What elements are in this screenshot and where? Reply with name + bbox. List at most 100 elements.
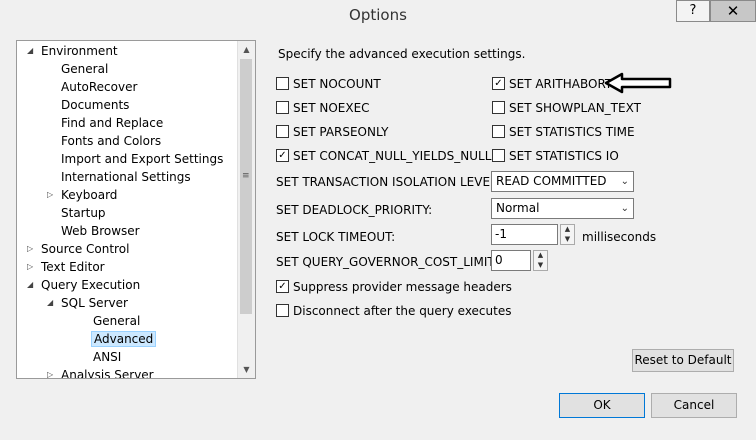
- tree-item[interactable]: International Settings: [47, 168, 193, 186]
- tree-item[interactable]: ▷ Keyboard: [47, 186, 119, 204]
- lock-timeout-label: SET LOCK TIMEOUT:: [276, 230, 396, 244]
- tree-item-label: General: [61, 62, 109, 76]
- chevron-down-icon: ⌄: [620, 203, 629, 214]
- chevron-down-icon: ⌄: [620, 176, 629, 187]
- isolation-level-value: READ COMMITTED: [496, 174, 607, 188]
- checkmark-icon[interactable]: ✓: [276, 149, 289, 162]
- expanded-arrow-icon[interactable]: ◢: [27, 42, 39, 60]
- tree-item[interactable]: ▷ Source Control: [27, 240, 131, 258]
- tree-item-label: Text Editor: [41, 260, 105, 274]
- expanded-arrow-icon[interactable]: ◢: [27, 276, 39, 294]
- tree-item[interactable]: Web Browser: [47, 222, 142, 240]
- set-showplan-text-checkbox[interactable]: SET SHOWPLAN_TEXT: [492, 100, 641, 116]
- set-parseonly-checkbox[interactable]: SET PARSEONLY: [276, 124, 388, 140]
- tree-item-label: Import and Export Settings: [61, 152, 224, 166]
- scroll-down-icon[interactable]: ▼: [238, 361, 255, 378]
- lock-timeout-spinner[interactable]: ▲ ▼: [560, 224, 575, 245]
- set-arithabort-checkbox[interactable]: ✓ SET ARITHABORT: [492, 76, 612, 92]
- options-tree[interactable]: ◢ Environment General AutoRecover Documents F…: [16, 40, 256, 379]
- tree-item[interactable]: General: [79, 312, 142, 330]
- spin-down-icon[interactable]: ▼: [534, 261, 547, 270]
- tree-item-label: Keyboard: [61, 188, 118, 202]
- annotation-arrow-icon: [604, 72, 672, 94]
- tree-item[interactable]: Documents: [47, 96, 131, 114]
- tree-item[interactable]: ANSI: [79, 348, 123, 366]
- tree-item[interactable]: AutoRecover: [47, 78, 139, 96]
- disconnect-after-query-checkbox[interactable]: Disconnect after the query executes: [276, 303, 511, 319]
- scroll-grip-icon: ≡: [242, 171, 250, 181]
- tree-item-label: Startup: [61, 206, 106, 220]
- checkbox-box[interactable]: [492, 149, 505, 162]
- tree-item[interactable]: ▷ Text Editor: [27, 258, 107, 276]
- tree-item-label: Web Browser: [61, 224, 140, 238]
- tree-item[interactable]: Find and Replace: [47, 114, 165, 132]
- expanded-arrow-icon[interactable]: ◢: [47, 294, 59, 312]
- set-noexec-checkbox[interactable]: SET NOEXEC: [276, 100, 370, 116]
- checkbox-label: SET STATISTICS TIME: [509, 125, 635, 139]
- spin-up-icon[interactable]: ▲: [534, 251, 547, 260]
- checkbox-box[interactable]: [276, 304, 289, 317]
- tree-item-label: Find and Replace: [61, 116, 164, 130]
- ok-button[interactable]: OK: [559, 393, 645, 418]
- deadlock-priority-select[interactable]: Normal ⌄: [491, 198, 634, 219]
- collapsed-arrow-icon[interactable]: ▷: [47, 366, 59, 378]
- tree-item[interactable]: ◢ Query Execution: [27, 276, 142, 294]
- spin-up-icon[interactable]: ▲: [561, 225, 574, 234]
- window-title: Options: [349, 6, 407, 24]
- governor-limit-spinner[interactable]: ▲ ▼: [533, 250, 548, 271]
- tree-item-label: ANSI: [93, 350, 122, 364]
- panel-heading: Specify the advanced execution settings.: [278, 47, 526, 61]
- scroll-up-icon[interactable]: ▲: [238, 41, 255, 58]
- checkmark-icon[interactable]: ✓: [492, 77, 505, 90]
- tree-item-label: Environment: [41, 44, 118, 58]
- tree-item[interactable]: Advanced: [79, 330, 157, 348]
- close-button[interactable]: ✕: [710, 0, 756, 22]
- tree-item-label: Documents: [61, 98, 130, 112]
- deadlock-priority-value: Normal: [496, 201, 540, 215]
- checkbox-box[interactable]: [276, 125, 289, 138]
- tree-item-label: Advanced: [91, 331, 157, 347]
- checkbox-box[interactable]: [276, 101, 289, 114]
- governor-limit-input[interactable]: 0: [491, 250, 531, 271]
- reset-to-default-button[interactable]: Reset to Default: [632, 349, 734, 372]
- title-bar: Options ? ✕: [0, 0, 756, 30]
- tree-item-label: Query Execution: [41, 278, 141, 292]
- tree-item[interactable]: General: [47, 60, 110, 78]
- checkbox-label: SET ARITHABORT: [509, 77, 613, 91]
- isolation-level-label: SET TRANSACTION ISOLATION LEVEL:: [276, 175, 501, 189]
- tree-item-label: General: [93, 314, 141, 328]
- set-statistics-time-checkbox[interactable]: SET STATISTICS TIME: [492, 124, 635, 140]
- checkbox-label: SET NOCOUNT: [293, 77, 381, 91]
- collapsed-arrow-icon[interactable]: ▷: [27, 258, 39, 276]
- set-nocount-checkbox[interactable]: SET NOCOUNT: [276, 76, 381, 92]
- help-button[interactable]: ?: [676, 0, 710, 22]
- tree-scrollbar[interactable]: ▲ ≡ ▼: [237, 41, 255, 378]
- tree-item[interactable]: ◢ SQL Server: [47, 294, 130, 312]
- tree-item[interactable]: ▷ Analysis Server: [47, 366, 156, 378]
- checkmark-icon[interactable]: ✓: [276, 280, 289, 293]
- tree-item-label: SQL Server: [61, 296, 128, 310]
- cancel-button[interactable]: Cancel: [651, 393, 737, 418]
- set-concat-null-checkbox[interactable]: ✓ SET CONCAT_NULL_YIELDS_NULL: [276, 148, 491, 164]
- tree-item[interactable]: Fonts and Colors: [47, 132, 163, 150]
- governor-limit-label: SET QUERY_GOVERNOR_COST_LIMIT:: [276, 255, 498, 269]
- isolation-level-select[interactable]: READ COMMITTED ⌄: [491, 171, 634, 192]
- tree-item[interactable]: Startup: [47, 204, 108, 222]
- suppress-headers-checkbox[interactable]: ✓ Suppress provider message headers: [276, 279, 512, 295]
- lock-timeout-input[interactable]: -1: [491, 224, 558, 245]
- collapsed-arrow-icon[interactable]: ▷: [47, 186, 59, 204]
- checkbox-box[interactable]: [276, 77, 289, 90]
- checkbox-box[interactable]: [492, 101, 505, 114]
- scroll-thumb[interactable]: [240, 59, 252, 314]
- set-statistics-io-checkbox[interactable]: SET STATISTICS IO: [492, 148, 619, 164]
- tree-item-label: International Settings: [61, 170, 191, 184]
- collapsed-arrow-icon[interactable]: ▷: [27, 240, 39, 258]
- tree-item[interactable]: ◢ Environment: [27, 42, 120, 60]
- checkbox-box[interactable]: [492, 125, 505, 138]
- checkbox-label: SET STATISTICS IO: [509, 149, 619, 163]
- tree-item-label: AutoRecover: [61, 80, 138, 94]
- checkbox-label: SET CONCAT_NULL_YIELDS_NULL: [293, 149, 492, 163]
- spin-down-icon[interactable]: ▼: [561, 235, 574, 244]
- tree-item-label: Fonts and Colors: [61, 134, 162, 148]
- tree-item[interactable]: Import and Export Settings: [47, 150, 225, 168]
